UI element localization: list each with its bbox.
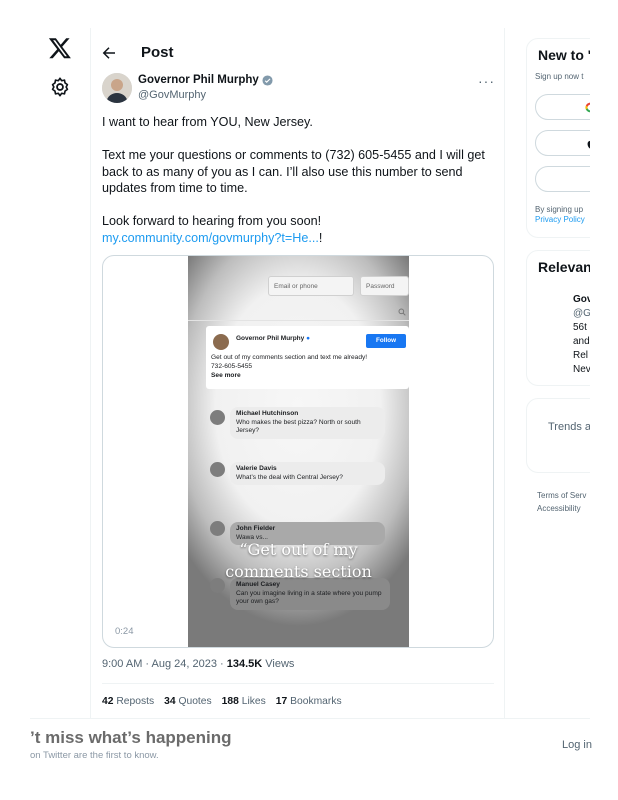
video-fb-text: Get out of my comments section and text …: [211, 354, 368, 379]
banner-title: ’t miss what’s happening: [30, 728, 232, 747]
video-search-bar: [188, 303, 409, 321]
post-link[interactable]: my.community.com/govmurphy?t=He...: [102, 231, 319, 245]
avatar-image-icon: [102, 73, 132, 103]
author-name-text: Governor Phil Murphy: [138, 74, 259, 86]
post-paragraph-2: Text me your questions or comments to (7…: [102, 148, 485, 195]
views-label: Views: [262, 658, 295, 670]
post-paragraph-3: Look forward to hearing from you soon!: [102, 214, 322, 228]
page-title: Post: [141, 44, 174, 61]
video-fb-name: Governor Phil Murphy ●: [236, 335, 311, 342]
x-logo-icon[interactable]: [48, 36, 72, 60]
video-fb-post: Governor Phil Murphy ● Follow Get out of…: [206, 326, 409, 389]
reposts-stat[interactable]: 42 Reposts: [102, 696, 154, 707]
banner-subtitle: on Twitter are the first to know.: [30, 750, 159, 761]
video-comment: Valerie Davis What’s the deal with Centra…: [230, 462, 385, 485]
post-timestamp[interactable]: 9:00 AM · Aug 24, 2023 ·: [102, 658, 227, 670]
signup-subtitle: Sign up now t: [535, 72, 584, 81]
video-fb-avatar: [213, 334, 229, 350]
quotes-stat[interactable]: 34 Quotes: [164, 696, 212, 707]
video-search-icon: [398, 308, 406, 316]
terms-link[interactable]: Terms of Serv: [537, 489, 586, 502]
engagement-stats: 42 Reposts 34 Quotes 188 Likes 17 Bookma…: [102, 696, 342, 707]
stats-divider: [102, 683, 494, 684]
author-avatar[interactable]: [102, 73, 132, 103]
video-caption: “Get out of my comments section: [225, 540, 372, 581]
back-arrow-icon[interactable]: [100, 44, 118, 62]
accessibility-link[interactable]: Accessibility: [537, 502, 586, 515]
signup-legal: By signing up Privacy Policy: [535, 205, 585, 225]
post-body: I want to hear from YOU, New Jersey. Tex…: [102, 114, 497, 246]
video-player[interactable]: Email or phone Password Governor Phil Mu…: [188, 256, 409, 647]
right-divider: [504, 28, 505, 718]
video-password-field: Password: [360, 276, 409, 296]
relevant-people-title: Relevan: [538, 259, 592, 275]
author-handle[interactable]: @GovMurphy: [138, 89, 206, 101]
video-email-field: Email or phone: [268, 276, 354, 296]
signup-title: New to ': [538, 47, 592, 63]
footer-links: Terms of Serv Accessibility: [537, 489, 586, 515]
viewport-edge: [590, 0, 618, 800]
video-duration: 0:24: [115, 626, 134, 637]
author-name[interactable]: Governor Phil Murphy: [138, 74, 273, 86]
verified-badge-icon: [262, 74, 273, 86]
video-frame: Email or phone Password Governor Phil Mu…: [188, 256, 409, 647]
video-fb-follow-button: Follow: [366, 334, 406, 348]
bookmarks-stat[interactable]: 17 Bookmarks: [276, 696, 342, 707]
privacy-policy-link[interactable]: Privacy Policy: [535, 215, 585, 225]
more-options-icon[interactable]: ···: [478, 73, 495, 89]
post-paragraph-1: I want to hear from YOU, New Jersey.: [102, 115, 313, 129]
post-link-suffix: !: [318, 230, 323, 245]
trends-message: Trends a: [548, 421, 592, 433]
media-card[interactable]: Email or phone Password Governor Phil Mu…: [102, 255, 494, 648]
left-divider: [90, 28, 91, 718]
video-comment: Michael Hutchinson Who makes the best piz…: [230, 407, 385, 439]
likes-stat[interactable]: 188 Likes: [222, 696, 266, 707]
gear-icon[interactable]: [49, 76, 71, 98]
login-button[interactable]: Log in: [562, 739, 592, 751]
post-meta: 9:00 AM · Aug 24, 2023 · 134.5K Views: [102, 658, 294, 670]
comment-avatar: [210, 410, 225, 425]
views-count: 134.5K: [226, 658, 263, 670]
comment-avatar: [210, 462, 225, 477]
comment-avatar: [210, 521, 225, 536]
